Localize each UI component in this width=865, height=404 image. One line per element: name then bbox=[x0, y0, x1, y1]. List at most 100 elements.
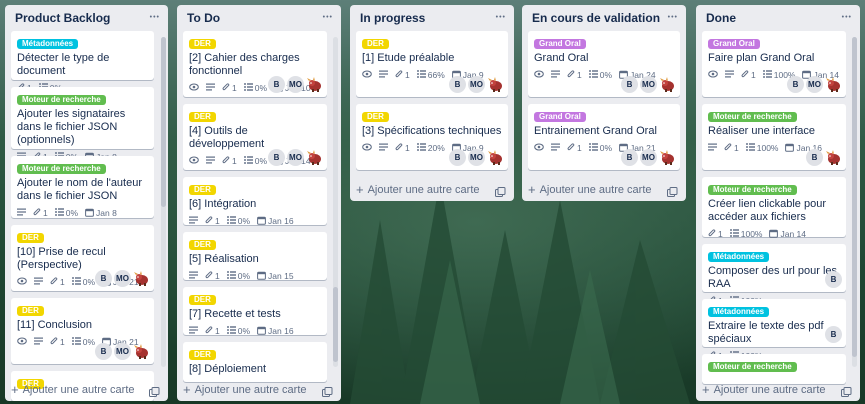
checklist-progress: 0% bbox=[599, 70, 613, 80]
member-avatar[interactable]: B bbox=[806, 149, 823, 166]
member-avatar[interactable]: MO bbox=[468, 76, 485, 93]
card[interactable]: Grand Oral Faire plan Grand Oral 1 100% Jan … bbox=[702, 31, 846, 97]
member-avatar[interactable]: MO bbox=[114, 270, 131, 287]
create-from-template-icon[interactable] bbox=[495, 186, 506, 197]
card-label: Moteur de recherche bbox=[708, 362, 797, 372]
checklist-icon bbox=[762, 70, 772, 80]
member-avatar-icon[interactable] bbox=[825, 149, 842, 166]
list-title[interactable]: In progress bbox=[360, 11, 425, 25]
member-avatar-icon[interactable] bbox=[133, 343, 150, 360]
list-menu-icon[interactable]: ••• bbox=[842, 13, 852, 23]
card[interactable]: DER [6] Intégration 1 0% Jan 16 bbox=[183, 177, 327, 226]
member-avatar[interactable]: B bbox=[449, 76, 466, 93]
card[interactable]: DER[4] Outils de développement10%Jan 14B… bbox=[183, 104, 327, 170]
card[interactable]: Métadonnées Extraire le texte des pdf spé… bbox=[702, 299, 846, 361]
list-scrollbar[interactable] bbox=[852, 37, 857, 367]
member-avatar[interactable]: B bbox=[825, 271, 842, 288]
member-avatar[interactable]: MO bbox=[640, 76, 657, 93]
member-avatar-icon[interactable] bbox=[306, 76, 323, 93]
plus-icon: + bbox=[356, 182, 364, 197]
attachment-count: 1 bbox=[215, 271, 220, 281]
card[interactable]: Grand Oral Entrainement Grand Oral 1 0% Jan … bbox=[528, 104, 680, 170]
member-avatar[interactable]: B bbox=[268, 76, 285, 93]
card[interactable]: Moteur de recherche Réaliser une interfac… bbox=[702, 104, 846, 170]
member-avatar-icon[interactable] bbox=[487, 76, 504, 93]
member-avatar[interactable]: MO bbox=[287, 149, 304, 166]
add-card-button[interactable]: + Ajouter une autre carte bbox=[528, 179, 652, 201]
member-avatar[interactable]: B bbox=[621, 149, 638, 166]
member-avatar[interactable]: B bbox=[449, 149, 466, 166]
member-avatar-icon[interactable] bbox=[306, 149, 323, 166]
list-title[interactable]: En cours de validation bbox=[532, 11, 660, 25]
attachment-count: 1 bbox=[577, 70, 582, 80]
card-members: B MO bbox=[449, 76, 504, 93]
card[interactable]: Moteur de recherche Ajouter le nom de l'a… bbox=[11, 156, 154, 218]
create-from-template-icon[interactable] bbox=[841, 386, 852, 397]
member-avatar[interactable]: MO bbox=[640, 149, 657, 166]
member-avatar[interactable]: MO bbox=[287, 76, 304, 93]
member-avatar[interactable]: B bbox=[787, 76, 804, 93]
card[interactable]: Grand Oral Grand Oral 1 0% Jan 24 B MO bbox=[528, 31, 680, 97]
add-card-button[interactable]: + Ajouter une autre carte bbox=[183, 379, 307, 401]
list-4: Done ••• Grand Oral Faire plan Grand Oral 1 1… bbox=[696, 5, 860, 401]
card[interactable]: DER [1] Etude préalable 1 66% Jan 9 B MO bbox=[356, 31, 508, 97]
create-from-template-icon[interactable] bbox=[667, 186, 678, 197]
due-date: Jan 16 bbox=[268, 216, 294, 226]
card-members: B MO bbox=[268, 149, 323, 166]
card[interactable]: Moteur de recherche Créer lien clickable … bbox=[702, 177, 846, 240]
member-avatar[interactable]: B bbox=[268, 149, 285, 166]
add-card-button[interactable]: + Ajouter une autre carte bbox=[11, 379, 135, 401]
card-members: B MO bbox=[95, 343, 150, 360]
list-scrollbar[interactable] bbox=[333, 37, 338, 367]
member-avatar[interactable]: B bbox=[621, 76, 638, 93]
card[interactable]: Moteur de recherche Ajouter les signatair… bbox=[11, 87, 154, 162]
member-avatar-icon[interactable] bbox=[825, 76, 842, 93]
member-avatar[interactable]: MO bbox=[114, 343, 131, 360]
card-title: [5] Réalisation bbox=[189, 253, 259, 265]
card[interactable]: DER [2] Cahier des charges fonctionnel 1 0%… bbox=[183, 31, 327, 97]
scrollbar-thumb[interactable] bbox=[161, 37, 166, 207]
list-3: En cours de validation ••• Grand Oral Grand… bbox=[522, 5, 686, 201]
card[interactable]: DER [3] Spécifications techniques 1 20% Jan … bbox=[356, 104, 508, 170]
list-scrollbar[interactable] bbox=[161, 37, 166, 367]
member-avatar[interactable]: B bbox=[95, 343, 112, 360]
list-title[interactable]: Done bbox=[706, 11, 736, 25]
member-avatar-icon[interactable] bbox=[659, 76, 676, 93]
checklist-icon bbox=[243, 83, 253, 93]
member-avatar-icon[interactable] bbox=[133, 270, 150, 287]
checklist-badge: 0% bbox=[588, 143, 612, 153]
list-menu-icon[interactable]: ••• bbox=[668, 13, 678, 23]
list-menu-icon[interactable]: ••• bbox=[150, 13, 160, 23]
list-title[interactable]: Product Backlog bbox=[15, 11, 110, 25]
create-from-template-icon[interactable] bbox=[322, 386, 333, 397]
scrollbar-thumb[interactable] bbox=[333, 287, 338, 362]
member-avatar[interactable]: B bbox=[825, 326, 842, 343]
attachment-badge: 1 bbox=[708, 228, 723, 240]
card[interactable]: DER [5] Réalisation 1 0% Jan 15 bbox=[183, 232, 327, 281]
add-card-button[interactable]: + Ajouter une autre carte bbox=[356, 179, 480, 201]
scrollbar-thumb[interactable] bbox=[852, 37, 857, 357]
member-avatar[interactable]: MO bbox=[806, 76, 823, 93]
card[interactable]: DER [11] Conclusion 1 0% Jan 21 B MO bbox=[11, 298, 154, 364]
card[interactable]: Métadonnées Composer des url pour les RAA… bbox=[702, 244, 846, 306]
description-icon bbox=[189, 216, 198, 226]
member-avatar[interactable]: B bbox=[95, 270, 112, 287]
card-title: Détecter le type de document bbox=[17, 52, 110, 77]
list-title[interactable]: To Do bbox=[187, 11, 220, 25]
member-avatar-icon[interactable] bbox=[487, 149, 504, 166]
checklist-progress: 66% bbox=[427, 70, 445, 80]
description-icon bbox=[379, 143, 388, 153]
add-card-button[interactable]: + Ajouter une autre carte bbox=[702, 379, 826, 401]
card[interactable]: DER [8] Déploiement bbox=[183, 342, 327, 382]
list-menu-icon[interactable]: ••• bbox=[323, 13, 333, 23]
card-members: B MO bbox=[268, 76, 323, 93]
create-from-template-icon[interactable] bbox=[149, 386, 160, 397]
card[interactable]: MétadonnéesDétecter le type de document1… bbox=[11, 31, 154, 93]
card[interactable]: DER [7] Recette et tests 1 0% Jan 16 bbox=[183, 287, 327, 336]
member-avatar[interactable]: MO bbox=[468, 149, 485, 166]
card[interactable]: DER[10] Prise de recul (Perspective)10%J… bbox=[11, 225, 154, 291]
card-title: Créer lien clickable pour accéder aux fi… bbox=[708, 198, 826, 223]
list-menu-icon[interactable]: ••• bbox=[496, 13, 506, 23]
card-label: Grand Oral bbox=[534, 112, 586, 122]
member-avatar-icon[interactable] bbox=[659, 149, 676, 166]
